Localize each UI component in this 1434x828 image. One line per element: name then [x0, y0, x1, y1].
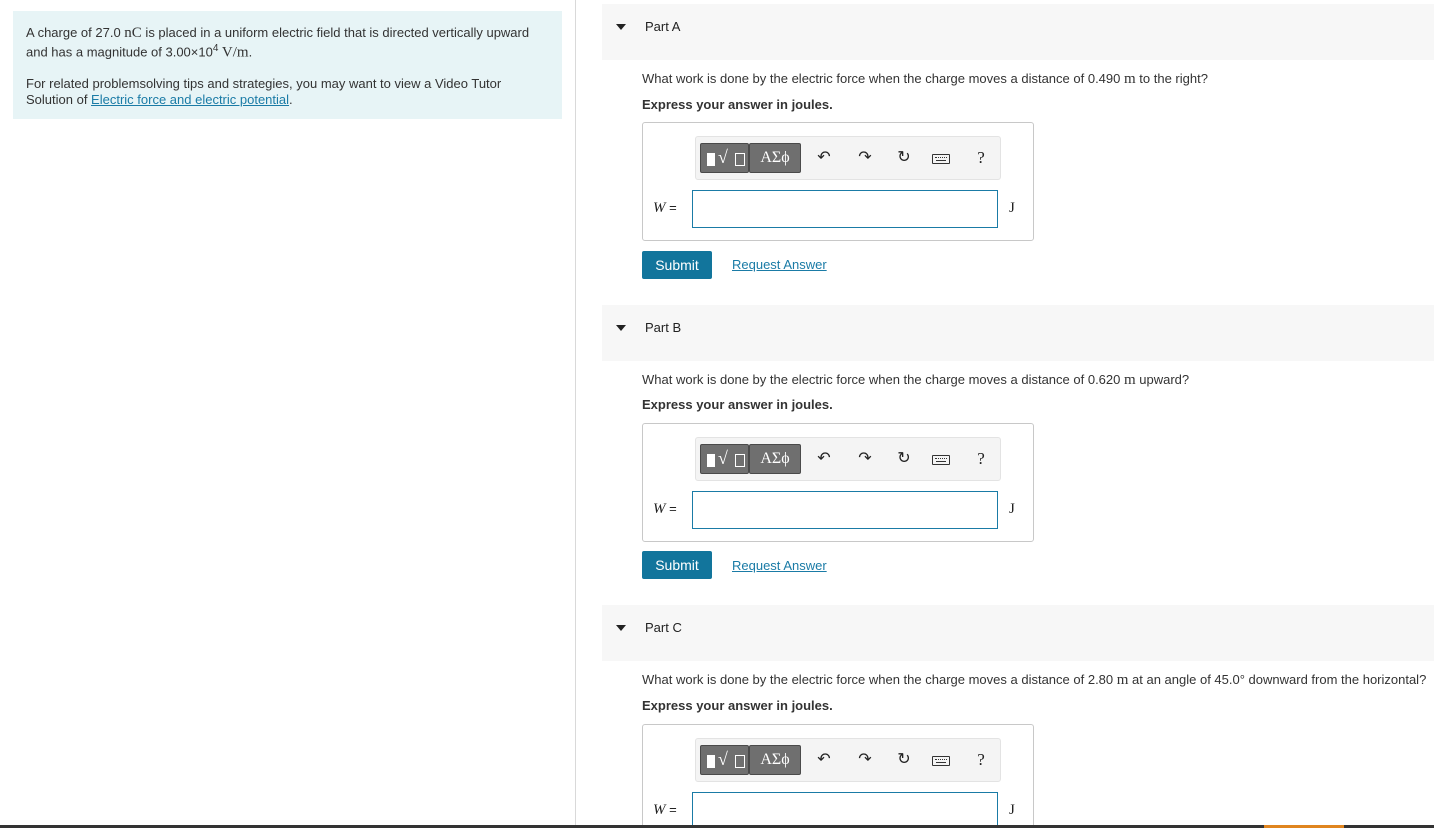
- part-a-answer-box: √ ΑΣϕ ↶ ↷ ↻ ? W = J: [642, 122, 1034, 241]
- part-b-header[interactable]: Part B: [602, 305, 1434, 361]
- statement-text: and has a magnitude of 3.00×10: [26, 44, 213, 60]
- templates-button[interactable]: √: [700, 745, 749, 775]
- greek-symbols-button[interactable]: ΑΣϕ: [749, 745, 801, 775]
- box-icon: [735, 755, 745, 768]
- question-text: at an angle of 45.0° downward from the h…: [1128, 672, 1427, 687]
- undo-icon[interactable]: ↶: [813, 147, 835, 169]
- greek-symbols-button[interactable]: ΑΣϕ: [749, 444, 801, 474]
- question-text: What work is done by the electric force …: [642, 71, 1124, 86]
- reset-icon[interactable]: ↻: [893, 147, 915, 169]
- statement-text: is placed in a uniform electric field th…: [141, 25, 530, 40]
- part-a-title: Part A: [645, 19, 681, 34]
- part-c-header[interactable]: Part C: [602, 605, 1434, 661]
- equals-sign: =: [665, 200, 677, 215]
- unit-label: J: [1009, 200, 1015, 216]
- distance-unit: m: [1116, 672, 1129, 688]
- collapse-caret-icon[interactable]: [616, 625, 626, 631]
- templates-button[interactable]: √: [700, 444, 749, 474]
- help-icon[interactable]: ?: [970, 749, 992, 771]
- answer-input[interactable]: [692, 792, 998, 826]
- tips-text: .: [289, 92, 293, 108]
- redo-icon[interactable]: ↷: [854, 448, 876, 470]
- variable-label: W =: [653, 802, 677, 819]
- video-tutor-link[interactable]: Electric force and electric potential: [91, 92, 289, 107]
- undo-icon[interactable]: ↶: [813, 749, 835, 771]
- part-c-answer-box: √ ΑΣϕ ↶ ↷ ↻ ? W = J: [642, 724, 1034, 828]
- radical-icon: √: [718, 147, 728, 167]
- variable-label: W =: [653, 501, 677, 518]
- math-toolbar: √ ΑΣϕ ↶ ↷ ↻ ?: [695, 136, 1001, 180]
- submit-button[interactable]: Submit: [642, 251, 712, 279]
- templates-icon: [707, 755, 715, 768]
- question-text: upward?: [1135, 372, 1190, 387]
- charge-unit: nC: [124, 25, 142, 41]
- part-b-answer-box: √ ΑΣϕ ↶ ↷ ↻ ? W = J: [642, 423, 1034, 542]
- keyboard-icon[interactable]: [932, 154, 950, 164]
- box-icon: [735, 454, 745, 467]
- variable-w: W: [653, 501, 666, 517]
- submit-button[interactable]: Submit: [642, 551, 712, 579]
- collapse-caret-icon[interactable]: [616, 325, 626, 331]
- tips-text: Solution of: [26, 92, 92, 108]
- field-unit: V/m: [218, 44, 249, 61]
- reset-icon[interactable]: ↻: [893, 448, 915, 470]
- part-b-question: What work is done by the electric force …: [642, 372, 1189, 389]
- statement-text: A charge of 27.0: [26, 25, 125, 40]
- question-text: What work is done by the electric force …: [642, 672, 1117, 687]
- unit-label: J: [1009, 501, 1015, 517]
- request-answer-link[interactable]: Request Answer: [732, 257, 827, 272]
- box-icon: [735, 153, 745, 166]
- templates-button[interactable]: √: [700, 143, 749, 173]
- column-divider: [575, 0, 576, 828]
- part-c-title: Part C: [645, 620, 682, 635]
- distance-unit: m: [1123, 71, 1136, 87]
- collapse-caret-icon[interactable]: [616, 24, 626, 30]
- part-c-question: What work is done by the electric force …: [642, 672, 1426, 689]
- answer-input[interactable]: [692, 491, 998, 529]
- part-a-question: What work is done by the electric force …: [642, 71, 1208, 88]
- answer-input[interactable]: [692, 190, 998, 228]
- part-b-title: Part B: [645, 320, 682, 335]
- keyboard-icon[interactable]: [932, 455, 950, 465]
- part-b-instruction: Express your answer in joules.: [642, 397, 833, 412]
- redo-icon[interactable]: ↷: [854, 749, 876, 771]
- help-icon[interactable]: ?: [970, 147, 992, 169]
- variable-w: W: [653, 802, 666, 818]
- math-toolbar: √ ΑΣϕ ↶ ↷ ↻ ?: [695, 738, 1001, 782]
- part-c-instruction: Express your answer in joules.: [642, 698, 833, 713]
- question-text: What work is done by the electric force …: [642, 372, 1124, 387]
- problem-statement: A charge of 27.0 nC is placed in a unifo…: [26, 25, 549, 60]
- tips-paragraph: For related problemsolving tips and stra…: [26, 76, 549, 108]
- redo-icon[interactable]: ↷: [854, 147, 876, 169]
- request-answer-link[interactable]: Request Answer: [732, 558, 827, 573]
- math-toolbar: √ ΑΣϕ ↶ ↷ ↻ ?: [695, 437, 1001, 481]
- variable-w: W: [653, 200, 666, 216]
- part-a-header[interactable]: Part A: [602, 4, 1434, 60]
- undo-icon[interactable]: ↶: [813, 448, 835, 470]
- equals-sign: =: [665, 802, 677, 817]
- help-icon[interactable]: ?: [970, 448, 992, 470]
- radical-icon: √: [718, 448, 728, 468]
- equals-sign: =: [665, 501, 677, 516]
- templates-icon: [707, 454, 715, 467]
- variable-label: W =: [653, 200, 677, 217]
- templates-icon: [707, 153, 715, 166]
- question-text: to the right?: [1135, 71, 1208, 86]
- greek-symbols-button[interactable]: ΑΣϕ: [749, 143, 801, 173]
- tips-text: For related problemsolving tips and stra…: [26, 76, 502, 92]
- unit-label: J: [1009, 802, 1015, 818]
- keyboard-icon[interactable]: [932, 756, 950, 766]
- statement-text: .: [248, 44, 253, 60]
- distance-unit: m: [1123, 372, 1136, 388]
- radical-icon: √: [718, 749, 728, 769]
- part-a-instruction: Express your answer in joules.: [642, 97, 833, 112]
- problem-intro: A charge of 27.0 nC is placed in a unifo…: [13, 11, 562, 119]
- reset-icon[interactable]: ↻: [893, 749, 915, 771]
